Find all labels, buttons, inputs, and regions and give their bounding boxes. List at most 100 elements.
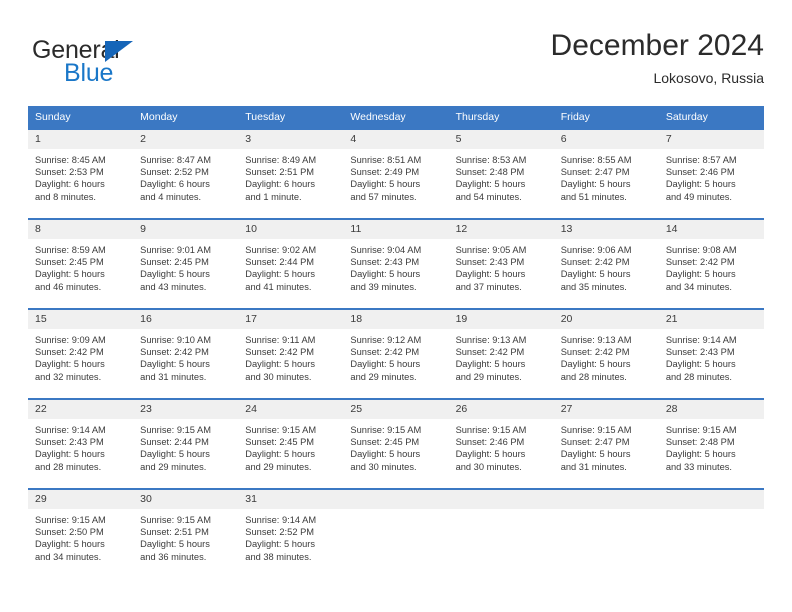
sunset-text: Sunset: 2:51 PM bbox=[245, 167, 315, 178]
day-details: Sunrise: 9:01 AM Sunset: 2:45 PM Daylight:… bbox=[133, 239, 238, 293]
sunset-text: Sunset: 2:44 PM bbox=[245, 257, 315, 268]
calendar-day-cell[interactable]: 17 Sunrise: 9:11 AM Sunset: 2:42 PM Dayligh… bbox=[238, 308, 344, 399]
calendar-day-cell[interactable]: 18 Sunrise: 9:12 AM Sunset: 2:42 PM Dayligh… bbox=[343, 308, 449, 399]
sunset-text: Sunset: 2:42 PM bbox=[140, 347, 209, 358]
sunrise-text: Sunrise: 9:08 AM bbox=[665, 245, 737, 255]
calendar-cell-inner: 5 Sunrise: 8:53 AM Sunset: 2:48 PM Daylight… bbox=[448, 130, 554, 218]
day-details: Sunrise: 9:04 AM Sunset: 2:43 PM Daylight:… bbox=[343, 239, 448, 293]
day-number: 5 bbox=[448, 130, 554, 149]
calendar-day-cell[interactable]: 29 Sunrise: 9:15 AM Sunset: 2:50 PM Dayligh… bbox=[28, 488, 134, 578]
daylight-text-line2: and 31 minutes. bbox=[560, 461, 627, 472]
calendar-day-cell[interactable]: 21 Sunrise: 9:14 AM Sunset: 2:43 PM Dayligh… bbox=[658, 308, 764, 399]
sunrise-text: Sunrise: 9:15 AM bbox=[140, 515, 211, 525]
calendar-day-cell[interactable]: 30 Sunrise: 9:15 AM Sunset: 2:51 PM Dayligh… bbox=[133, 488, 239, 578]
weekday-header-monday: Monday bbox=[133, 106, 239, 129]
calendar-day-cell[interactable]: 4 Sunrise: 8:51 AM Sunset: 2:49 PM Daylight… bbox=[343, 128, 449, 219]
sunrise-text: Sunrise: 9:15 AM bbox=[140, 425, 211, 435]
calendar-day-cell[interactable]: 5 Sunrise: 8:53 AM Sunset: 2:48 PM Daylight… bbox=[448, 128, 554, 219]
sunrise-text: Sunrise: 8:45 AM bbox=[35, 155, 106, 165]
day-details: Sunrise: 8:59 AM Sunset: 2:45 PM Daylight:… bbox=[28, 239, 133, 293]
calendar-day-cell[interactable]: 26 Sunrise: 9:15 AM Sunset: 2:46 PM Dayligh… bbox=[448, 398, 554, 489]
day-number: 12 bbox=[448, 220, 554, 239]
daylight-text-line1: Daylight: 5 hours bbox=[455, 179, 526, 190]
day-details: Sunrise: 9:02 AM Sunset: 2:44 PM Daylight:… bbox=[238, 239, 343, 293]
page-header: General Blue December 2024 Lokosovo, Rus… bbox=[28, 28, 764, 96]
daylight-text-line2: and 30 minutes. bbox=[245, 371, 312, 382]
calendar-day-cell[interactable]: 27 Sunrise: 9:15 AM Sunset: 2:47 PM Dayligh… bbox=[553, 398, 659, 489]
calendar-day-cell[interactable]: 28 Sunrise: 9:15 AM Sunset: 2:48 PM Dayligh… bbox=[658, 398, 764, 489]
calendar-day-cell[interactable]: 11 Sunrise: 9:04 AM Sunset: 2:43 PM Dayligh… bbox=[343, 218, 449, 309]
calendar-day-cell[interactable]: 15 Sunrise: 9:09 AM Sunset: 2:42 PM Dayligh… bbox=[28, 308, 134, 399]
day-number: 31 bbox=[238, 490, 344, 509]
day-details: Sunrise: 8:47 AM Sunset: 2:52 PM Daylight:… bbox=[133, 149, 238, 203]
daylight-text-line1: Daylight: 5 hours bbox=[665, 359, 736, 370]
daylight-text-line2: and 38 minutes. bbox=[245, 551, 312, 562]
calendar-body: 1 Sunrise: 8:45 AM Sunset: 2:53 PM Daylight… bbox=[28, 128, 764, 578]
sunset-text: Sunset: 2:42 PM bbox=[350, 347, 420, 358]
daylight-text-line2: and 57 minutes. bbox=[350, 191, 417, 202]
generalblue-logo[interactable]: General Blue bbox=[32, 36, 212, 92]
sunrise-text: Sunrise: 8:53 AM bbox=[455, 155, 527, 165]
day-details bbox=[554, 509, 659, 514]
daylight-text-line2: and 28 minutes. bbox=[665, 371, 732, 382]
sunrise-text: Sunrise: 9:12 AM bbox=[350, 335, 422, 345]
day-number: 19 bbox=[448, 310, 554, 329]
daylight-text-line1: Daylight: 5 hours bbox=[665, 269, 736, 280]
daylight-text-line1: Daylight: 5 hours bbox=[560, 449, 631, 460]
daylight-text-line2: and 29 minutes. bbox=[350, 371, 417, 382]
day-details: Sunrise: 9:13 AM Sunset: 2:42 PM Daylight:… bbox=[449, 329, 554, 383]
calendar-day-cell[interactable]: 20 Sunrise: 9:13 AM Sunset: 2:42 PM Dayligh… bbox=[553, 308, 659, 399]
calendar-day-cell[interactable]: 19 Sunrise: 9:13 AM Sunset: 2:42 PM Dayligh… bbox=[448, 308, 554, 399]
sunset-text: Sunset: 2:45 PM bbox=[140, 257, 209, 268]
calendar-day-cell[interactable]: 3 Sunrise: 8:49 AM Sunset: 2:51 PM Daylight… bbox=[238, 128, 344, 219]
calendar-cell-inner: 25 Sunrise: 9:15 AM Sunset: 2:45 PM Dayligh… bbox=[343, 400, 449, 488]
daylight-text-line1: Daylight: 5 hours bbox=[350, 359, 421, 370]
calendar-cell-inner: 9 Sunrise: 9:01 AM Sunset: 2:45 PM Daylight… bbox=[133, 220, 239, 308]
calendar-cell-inner: 29 Sunrise: 9:15 AM Sunset: 2:50 PM Dayligh… bbox=[28, 490, 134, 578]
daylight-text-line1: Daylight: 5 hours bbox=[35, 269, 105, 280]
daylight-text-line2: and 46 minutes. bbox=[35, 281, 102, 292]
calendar-cell-inner: 10 Sunrise: 9:02 AM Sunset: 2:44 PM Dayligh… bbox=[238, 220, 344, 308]
calendar-table: Sunday Monday Tuesday Wednesday Thursday… bbox=[28, 106, 764, 578]
calendar-day-cell[interactable]: 6 Sunrise: 8:55 AM Sunset: 2:47 PM Daylight… bbox=[553, 128, 659, 219]
calendar-day-cell[interactable]: 23 Sunrise: 9:15 AM Sunset: 2:44 PM Dayligh… bbox=[133, 398, 239, 489]
calendar-day-cell[interactable]: 2 Sunrise: 8:47 AM Sunset: 2:52 PM Daylight… bbox=[133, 128, 239, 219]
calendar-day-cell[interactable]: 10 Sunrise: 9:02 AM Sunset: 2:44 PM Dayligh… bbox=[238, 218, 344, 309]
daylight-text-line2: and 29 minutes. bbox=[455, 371, 522, 382]
calendar-day-cell[interactable]: 7 Sunrise: 8:57 AM Sunset: 2:46 PM Daylight… bbox=[658, 128, 764, 219]
day-number: 26 bbox=[448, 400, 554, 419]
calendar-day-cell[interactable]: 14 Sunrise: 9:08 AM Sunset: 2:42 PM Dayligh… bbox=[658, 218, 764, 309]
calendar-day-cell[interactable]: 8 Sunrise: 8:59 AM Sunset: 2:45 PM Daylight… bbox=[28, 218, 134, 309]
daylight-text-line1: Daylight: 5 hours bbox=[245, 449, 316, 460]
calendar-day-cell[interactable]: 13 Sunrise: 9:06 AM Sunset: 2:42 PM Dayligh… bbox=[553, 218, 659, 309]
calendar-week-row: 15 Sunrise: 9:09 AM Sunset: 2:42 PM Dayligh… bbox=[28, 308, 764, 399]
day-details: Sunrise: 9:15 AM Sunset: 2:44 PM Daylight:… bbox=[133, 419, 238, 473]
daylight-text-line1: Daylight: 5 hours bbox=[140, 359, 210, 370]
calendar-day-cell[interactable]: 31 Sunrise: 9:14 AM Sunset: 2:52 PM Dayligh… bbox=[238, 488, 344, 578]
calendar-day-cell[interactable]: 25 Sunrise: 9:15 AM Sunset: 2:45 PM Dayligh… bbox=[343, 398, 449, 489]
weekday-header-wednesday: Wednesday bbox=[343, 106, 449, 129]
day-number: 30 bbox=[133, 490, 239, 509]
day-number: 21 bbox=[658, 310, 764, 329]
calendar-cell-inner: 13 Sunrise: 9:06 AM Sunset: 2:42 PM Dayligh… bbox=[553, 220, 659, 308]
calendar-cell-inner: 18 Sunrise: 9:12 AM Sunset: 2:42 PM Dayligh… bbox=[343, 310, 449, 398]
calendar-cell-inner bbox=[658, 490, 764, 578]
calendar-day-cell[interactable]: 9 Sunrise: 9:01 AM Sunset: 2:45 PM Daylight… bbox=[133, 218, 239, 309]
calendar-day-cell[interactable]: 1 Sunrise: 8:45 AM Sunset: 2:53 PM Daylight… bbox=[28, 128, 134, 219]
daylight-text-line1: Daylight: 6 hours bbox=[140, 179, 210, 190]
daylight-text-line2: and 54 minutes. bbox=[455, 191, 522, 202]
calendar-cell-inner bbox=[343, 490, 449, 578]
calendar-cell-empty bbox=[343, 488, 449, 578]
calendar-day-cell[interactable]: 22 Sunrise: 9:14 AM Sunset: 2:43 PM Dayligh… bbox=[28, 398, 134, 489]
calendar-day-cell[interactable]: 12 Sunrise: 9:05 AM Sunset: 2:43 PM Dayligh… bbox=[448, 218, 554, 309]
calendar-day-cell[interactable]: 24 Sunrise: 9:15 AM Sunset: 2:45 PM Dayligh… bbox=[238, 398, 344, 489]
day-number bbox=[553, 490, 659, 509]
day-number bbox=[658, 490, 764, 509]
daylight-text-line1: Daylight: 5 hours bbox=[665, 179, 736, 190]
day-details: Sunrise: 9:10 AM Sunset: 2:42 PM Daylight:… bbox=[133, 329, 238, 383]
daylight-text-line2: and 29 minutes. bbox=[140, 461, 207, 472]
calendar-day-cell[interactable]: 16 Sunrise: 9:10 AM Sunset: 2:42 PM Dayligh… bbox=[133, 308, 239, 399]
calendar-cell-inner: 1 Sunrise: 8:45 AM Sunset: 2:53 PM Daylight… bbox=[28, 130, 134, 218]
daylight-text-line2: and 37 minutes. bbox=[455, 281, 522, 292]
day-number: 1 bbox=[28, 130, 134, 149]
